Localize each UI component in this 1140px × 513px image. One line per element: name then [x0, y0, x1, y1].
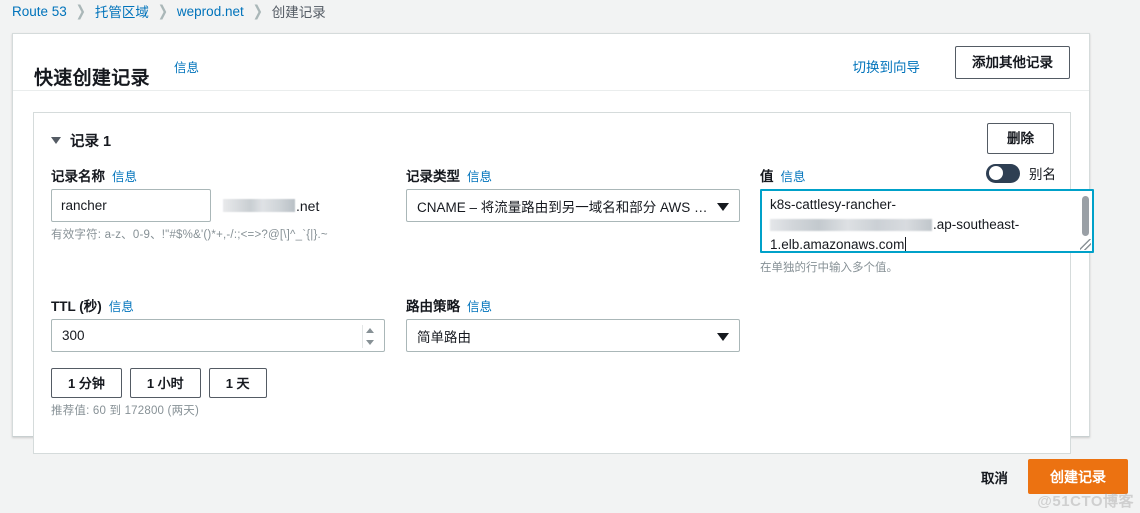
footer-actions: 取消 创建记录 — [977, 459, 1128, 494]
field-routing-policy: 路由策略 信息 简单路由 — [406, 295, 742, 352]
alias-toggle-switch[interactable] — [986, 163, 1020, 183]
record-value-line-3-text: 1.elb.amazonaws.com — [770, 237, 905, 252]
record-value-label: 值 — [760, 169, 774, 184]
stepper-up-icon[interactable] — [366, 328, 374, 334]
alias-toggle-group[interactable]: 别名 — [986, 163, 1056, 183]
record-panel-1: 记录 1 删除 记录名称 信息 .net 有效字符: a-z、0-9、!"#$%… — [33, 112, 1094, 454]
record-name-info-link[interactable]: 信息 — [112, 166, 137, 185]
record-name-hint: 有效字符: a-z、0-9、!"#$%&'()*+,-/:;<=>?@[\]^_… — [51, 229, 328, 241]
record-name-label-row: 记录名称 信息 — [51, 165, 401, 185]
breadcrumb: Route 53 ❯ 托管区域 ❯ weprod.net ❯ 创建记录 — [0, 0, 1140, 22]
switch-to-wizard-link[interactable]: 切换到向导 — [853, 56, 921, 76]
record-panel-header: 记录 1 删除 — [34, 113, 1070, 165]
add-another-record-button[interactable]: 添加其他记录 — [955, 46, 1070, 79]
page-title: 快速创建记录 — [34, 67, 150, 89]
ttl-input-wrapper[interactable]: 300 — [51, 319, 385, 352]
record-name-label: 记录名称 — [51, 169, 105, 184]
record-value-info-link[interactable]: 信息 — [781, 166, 806, 185]
record-type-info-link[interactable]: 信息 — [467, 166, 492, 185]
title-info-link[interactable]: 信息 — [174, 57, 199, 76]
breadcrumb-item-current: 创建记录 — [271, 5, 326, 20]
routing-policy-select[interactable]: 简单路由 — [406, 319, 740, 352]
record-type-selected-value: CNAME – 将流量路由到另一域名和部分 AWS … — [417, 199, 708, 215]
routing-policy-label: 路由策略 — [406, 299, 460, 314]
field-record-value: 值 信息 别名 k8s-cattlesy-rancher- .ap-southe — [760, 163, 1094, 275]
record-value-label-row: 值 信息 — [760, 165, 806, 185]
redacted-domain-block — [223, 199, 295, 212]
ttl-stepper[interactable] — [362, 325, 377, 348]
ttl-input-value: 300 — [62, 328, 85, 343]
redacted-value-block — [770, 219, 932, 232]
record-value-textarea[interactable]: k8s-cattlesy-rancher- .ap-southeast- 1.e… — [760, 189, 1094, 253]
record-section-label: 记录 1 — [70, 134, 112, 150]
breadcrumb-separator-icon: ❯ — [252, 2, 263, 20]
breadcrumb-separator-icon: ❯ — [75, 2, 86, 20]
routing-label-row: 路由策略 信息 — [406, 295, 742, 315]
record-type-label: 记录类型 — [406, 169, 460, 184]
record-value-line-3: 1.elb.amazonaws.com — [770, 235, 1092, 252]
record-value-hint: 在单独的行中输入多个值。 — [760, 262, 898, 274]
chevron-down-icon — [717, 333, 729, 341]
record-value-line-2: .ap-southeast- — [770, 215, 1092, 235]
record-name-input-row: .net — [51, 189, 401, 222]
alias-label: 别名 — [1029, 167, 1056, 182]
routing-policy-info-link[interactable]: 信息 — [467, 296, 492, 315]
domain-suffix-label: .net — [296, 197, 320, 214]
card-header: 快速创建记录 信息 切换到向导 添加其他记录 — [13, 34, 1089, 91]
page-root: Route 53 ❯ 托管区域 ❯ weprod.net ❯ 创建记录 快速创建… — [0, 0, 1140, 513]
field-record-type: 记录类型 信息 CNAME – 将流量路由到另一域名和部分 AWS … — [406, 165, 742, 222]
create-record-card: 快速创建记录 信息 切换到向导 添加其他记录 记录 1 删除 记录名称 信息 r… — [12, 33, 1094, 454]
ttl-preset-1-minute[interactable]: 1 分钟 — [51, 368, 122, 398]
textarea-scrollbar[interactable] — [1082, 196, 1089, 236]
chevron-down-icon — [717, 203, 729, 211]
text-caret — [905, 237, 907, 251]
breadcrumb-item-domain[interactable]: weprod.net — [177, 4, 244, 19]
routing-policy-selected-value: 简单路由 — [417, 329, 471, 345]
stepper-down-icon[interactable] — [366, 339, 374, 345]
record-collapse-toggle[interactable]: 记录 1 — [51, 130, 111, 151]
delete-record-button[interactable]: 删除 — [987, 123, 1054, 154]
field-ttl: TTL (秒) 信息 300 1 分钟 1 小时 1 天 推荐值: 60 到 1… — [51, 295, 401, 418]
breadcrumb-item-route53[interactable]: Route 53 — [12, 4, 67, 19]
record-type-label-row: 记录类型 信息 — [406, 165, 742, 185]
ttl-label-row: TTL (秒) 信息 — [51, 295, 401, 315]
ttl-info-link[interactable]: 信息 — [109, 296, 134, 315]
breadcrumb-separator-icon: ❯ — [157, 2, 168, 20]
toggle-knob — [988, 166, 1003, 180]
create-record-button[interactable]: 创建记录 — [1028, 459, 1128, 494]
breadcrumb-item-hosted-zones[interactable]: 托管区域 — [95, 1, 149, 21]
record-value-line-1: k8s-cattlesy-rancher- — [770, 197, 897, 212]
ttl-preset-1-day[interactable]: 1 天 — [208, 368, 267, 398]
ttl-label: TTL (秒) — [51, 299, 102, 314]
chevron-down-icon — [51, 137, 61, 144]
record-name-input[interactable] — [51, 189, 211, 222]
record-value-line-2-suffix: .ap-southeast- — [933, 217, 1020, 232]
ttl-preset-buttons: 1 分钟 1 小时 1 天 — [51, 368, 401, 398]
record-value-header: 值 信息 别名 — [760, 163, 1056, 189]
cancel-button[interactable]: 取消 — [977, 461, 1012, 493]
field-record-name: 记录名称 信息 .net 有效字符: a-z、0-9、!"#$%&'()*+,-… — [51, 165, 401, 242]
ttl-hint: 推荐值: 60 到 172800 (两天) — [51, 405, 199, 417]
ttl-preset-1-hour[interactable]: 1 小时 — [129, 368, 201, 398]
textarea-resize-handle[interactable] — [1080, 239, 1091, 250]
record-type-select[interactable]: CNAME – 将流量路由到另一域名和部分 AWS … — [406, 189, 740, 222]
